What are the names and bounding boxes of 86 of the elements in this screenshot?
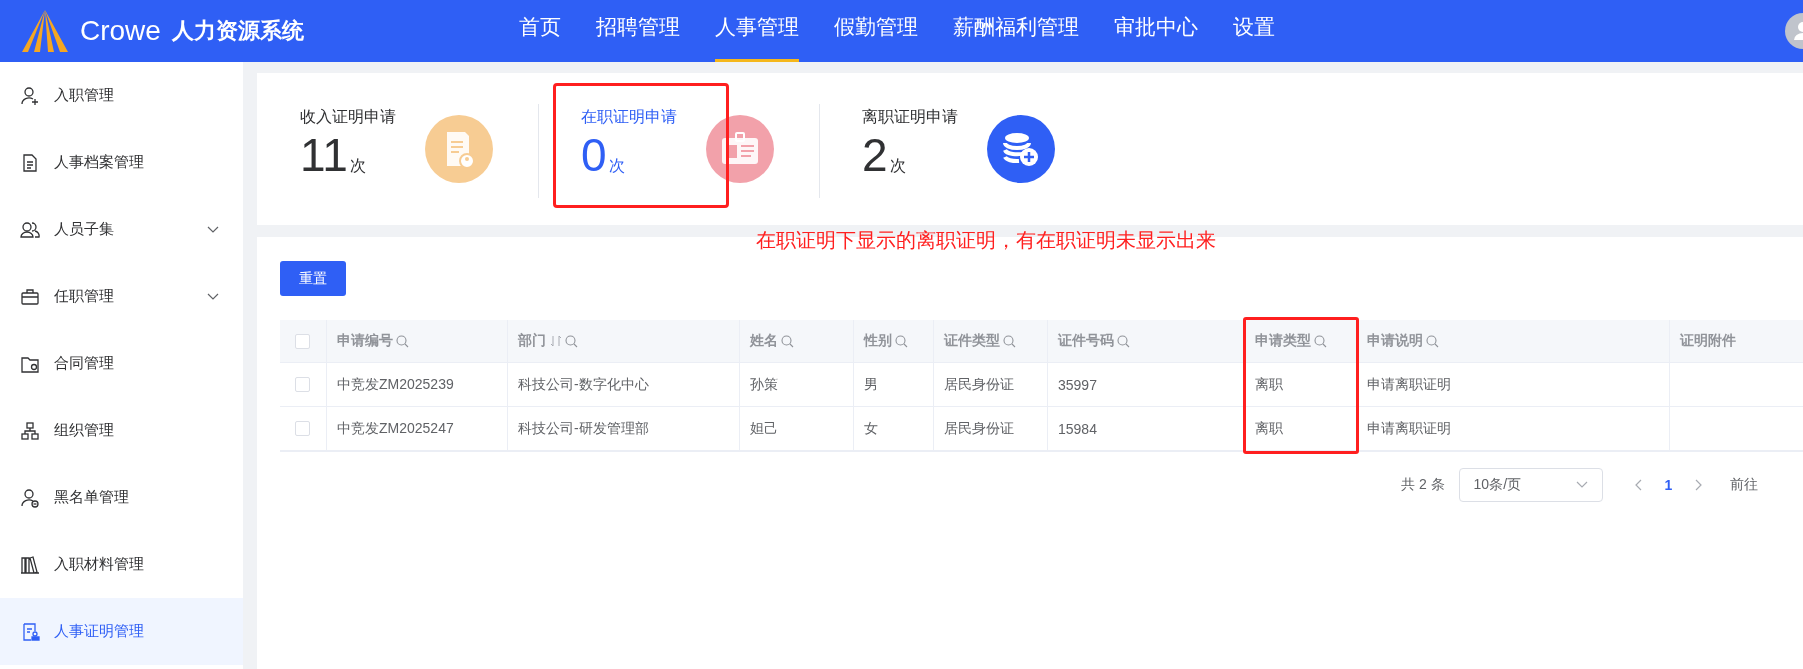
user-minus-icon (20, 487, 40, 508)
search-icon[interactable] (895, 334, 908, 348)
sidebar-item[interactable]: 入职材料管理 (0, 531, 243, 598)
stat-label: 离职证明申请 (862, 107, 959, 127)
search-icon[interactable] (781, 334, 794, 348)
stat-card[interactable]: 收入证明申请 11 次 (257, 73, 538, 225)
chevron-down-icon (207, 226, 219, 234)
stat-count: 11 (300, 130, 348, 180)
search-icon[interactable] (1117, 334, 1130, 348)
stat-label: 在职证明申请 (581, 107, 678, 127)
next-page-icon[interactable] (1694, 479, 1703, 491)
table-cell: 科技公司-数字化中心 (518, 375, 649, 394)
nav-tab[interactable]: 首页 (518, 0, 561, 62)
table-cell: 申请离职证明 (1367, 375, 1451, 394)
nav-tab[interactable]: 审批中心 (1113, 0, 1198, 62)
sidebar-item[interactable]: 人事证明管理 (0, 598, 243, 665)
total-count: 共 2 条 (1401, 476, 1445, 494)
column-header[interactable]: 部门 (508, 320, 740, 362)
sidebar-item[interactable]: 组织管理 (0, 397, 243, 464)
column-header[interactable]: 申请编号 (327, 320, 508, 362)
search-icon[interactable] (1426, 334, 1439, 348)
column-header[interactable]: 证件号码 (1048, 320, 1245, 362)
stat-unit: 次 (889, 156, 906, 176)
chevron-down-icon (1575, 481, 1588, 489)
document-icon (20, 152, 40, 173)
previous-page-icon[interactable] (1634, 479, 1643, 491)
stat-card[interactable]: 在职证明申请 0 次 (538, 73, 819, 225)
row-checkbox[interactable] (295, 377, 310, 392)
sidebar-item[interactable]: 任职管理 (0, 263, 243, 330)
table-cell: 离职 (1255, 375, 1283, 394)
sort-icon[interactable] (550, 334, 562, 348)
nav-tab[interactable]: 薪酬福利管理 (952, 0, 1079, 62)
table-cell: 15984 (1058, 420, 1097, 437)
table-cell: 离职 (1255, 419, 1283, 438)
column-header[interactable]: 证明附件 (1670, 320, 1803, 362)
stat-card[interactable]: 离职证明申请 2 次 (819, 73, 1100, 225)
system-name: 人力资源系统 (171, 17, 304, 45)
sidebar-item[interactable]: 人事档案管理 (0, 129, 243, 196)
sidebar-item[interactable]: 合同管理 (0, 330, 243, 397)
chevron-down-icon (207, 293, 219, 301)
goto-label: 前往 (1730, 476, 1759, 494)
table-cell: 孙策 (750, 375, 778, 394)
column-header[interactable]: 姓名 (740, 320, 854, 362)
page-size-select[interactable]: 10条/页 (1458, 468, 1603, 502)
org-chart-icon (20, 420, 40, 441)
search-icon[interactable] (1314, 334, 1327, 348)
column-header[interactable]: 证件类型 (934, 320, 1048, 362)
table-cell: 居民身份证 (944, 375, 1014, 394)
stat-unit: 次 (349, 156, 366, 176)
annotation-text: 在职证明下显示的离职证明，有在职证明未显示出来 (756, 228, 1216, 253)
row-checkbox[interactable] (295, 421, 310, 436)
books-icon (20, 554, 40, 575)
page-number[interactable]: 1 (1664, 477, 1673, 493)
nav-tab[interactable]: 设置 (1232, 0, 1275, 62)
stat-unit: 次 (608, 156, 625, 176)
column-header[interactable]: 申请类型 (1245, 320, 1357, 362)
sidebar-item[interactable]: 入职管理 (0, 62, 243, 129)
table-cell: 中竞发ZM2025247 (337, 419, 454, 438)
column-header[interactable]: 性别 (854, 320, 934, 362)
brand-name: Crowe (80, 15, 161, 47)
nav-tab[interactable]: 人事管理 (714, 0, 799, 62)
users-icon (20, 219, 40, 240)
table-cell: 男 (864, 375, 878, 394)
nav-tab[interactable]: 招聘管理 (595, 0, 680, 62)
table-cell: 居民身份证 (944, 419, 1014, 438)
stat-label: 收入证明申请 (300, 107, 397, 127)
column-header[interactable]: 申请说明 (1357, 320, 1670, 362)
table-cell: 35997 (1058, 376, 1097, 393)
table-cell: 科技公司-研发管理部 (518, 419, 649, 438)
stat-count: 2 (862, 130, 888, 180)
table-cell: 女 (864, 419, 878, 438)
table-cell: 申请离职证明 (1367, 419, 1451, 438)
stat-count: 0 (581, 130, 607, 180)
briefcase-icon (20, 286, 40, 307)
table-cell: 妲己 (750, 419, 778, 438)
search-icon[interactable] (565, 334, 578, 348)
sidebar-item[interactable]: 人员子集 (0, 196, 243, 263)
nav-tab[interactable]: 假勤管理 (833, 0, 918, 62)
search-icon[interactable] (1003, 334, 1016, 348)
user-plus-icon (20, 85, 40, 106)
reset-button[interactable]: 重置 (280, 261, 346, 296)
sidebar-item[interactable]: 黑名单管理 (0, 464, 243, 531)
certificate-icon (20, 621, 40, 642)
select-all-checkbox[interactable] (295, 333, 310, 349)
table-cell: 中竞发ZM2025239 (337, 375, 454, 394)
search-icon[interactable] (396, 334, 409, 348)
